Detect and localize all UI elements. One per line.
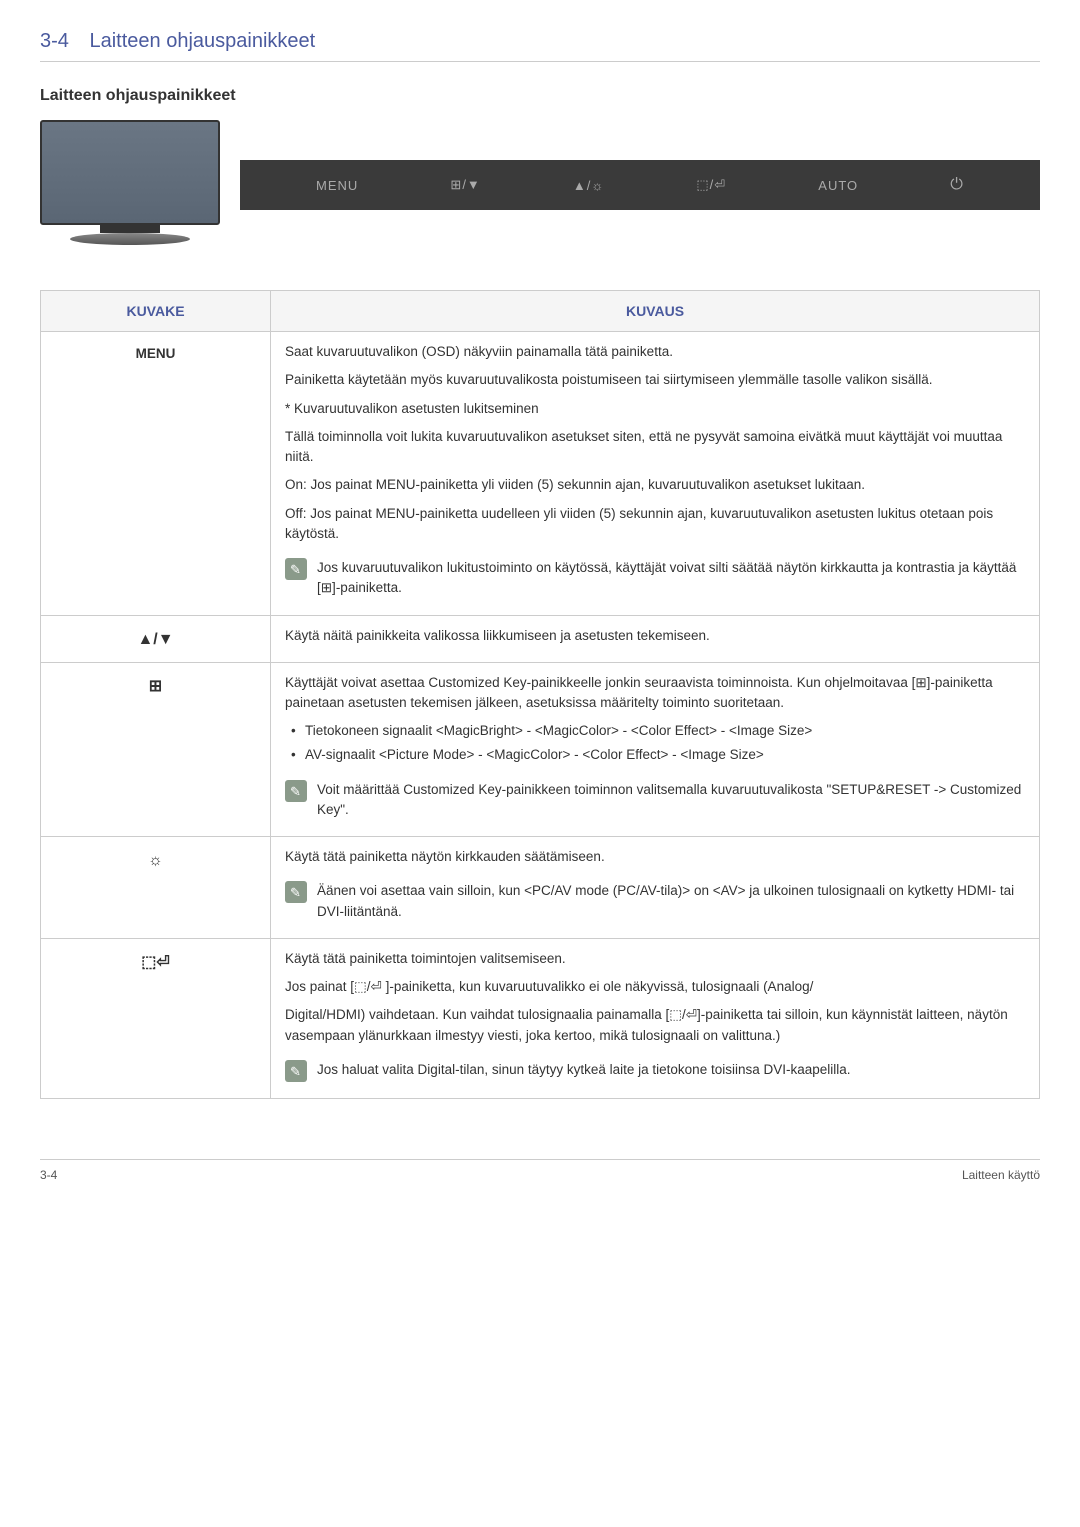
- note-text: Voit määrittää Customized Key-painikkeen…: [317, 780, 1025, 821]
- note-box: Jos kuvaruutuvalikon lukitustoiminto on …: [285, 552, 1025, 605]
- kuvaus-menu: Saat kuvaruutuvalikon (OSD) näkyviin pai…: [271, 332, 1040, 616]
- note-icon: [285, 780, 307, 802]
- bullet-item: Tietokoneen signaalit <MagicBright> - <M…: [285, 721, 1025, 741]
- table-row: ⊞ Käyttäjät voivat asettaa Customized Ke…: [41, 662, 1040, 837]
- header-kuvake: KUVAKE: [41, 291, 271, 332]
- desc-text: Käyttäjät voivat asettaa Customized Key-…: [285, 673, 1025, 714]
- note-text: Äänen voi asettaa vain silloin, kun <PC/…: [317, 881, 1025, 922]
- note-box: Äänen voi asettaa vain silloin, kun <PC/…: [285, 875, 1025, 928]
- desc-text: On: Jos painat MENU-painiketta yli viide…: [285, 475, 1025, 495]
- footer-right: Laitteen käyttö: [962, 1168, 1040, 1182]
- note-icon: [285, 881, 307, 903]
- monitor-graphic: [40, 120, 220, 250]
- section-number: 3-4: [40, 30, 69, 52]
- note-box: Voit määrittää Customized Key-painikkeen…: [285, 774, 1025, 827]
- kuvake-brightness: ☼: [41, 837, 271, 939]
- kuvaus-source: Käytä tätä painiketta toimintojen valits…: [271, 938, 1040, 1098]
- menu-button-label: MENU: [316, 178, 358, 193]
- note-icon: [285, 558, 307, 580]
- table-row: ⬚⏎ Käytä tätä painiketta toimintojen val…: [41, 938, 1040, 1098]
- source-button-label: ⬚/⏎: [696, 177, 726, 193]
- footer: 3-4 Laitteen käyttö: [40, 1159, 1040, 1182]
- table-row: ☼ Käytä tätä painiketta näytön kirkkaude…: [41, 837, 1040, 939]
- section-header: 3-4 Laitteen ohjauspainikkeet: [40, 30, 1040, 62]
- desc-text: Käytä tätä painiketta näytön kirkkauden …: [285, 847, 1025, 867]
- header-kuvaus: KUVAUS: [271, 291, 1040, 332]
- note-icon: [285, 1060, 307, 1082]
- footer-left: 3-4: [40, 1168, 57, 1182]
- desc-text: Digital/HDMI) vaihdetaan. Kun vaihdat tu…: [285, 1005, 1025, 1046]
- kuvaus-custom: Käyttäjät voivat asettaa Customized Key-…: [271, 662, 1040, 837]
- controls-table: KUVAKE KUVAUS MENU Saat kuvaruutuvalikon…: [40, 290, 1040, 1099]
- table-row: MENU Saat kuvaruutuvalikon (OSD) näkyvii…: [41, 332, 1040, 616]
- button-bar: MENU ⊞/▼ ▲/☼ ⬚/⏎ AUTO ⏻: [240, 160, 1040, 210]
- kuvaus-arrows: Käytä näitä painikkeita valikossa liikku…: [271, 615, 1040, 662]
- auto-button-label: AUTO: [818, 178, 858, 193]
- note-text: Jos haluat valita Digital-tilan, sinun t…: [317, 1060, 1025, 1080]
- desc-text: Off: Jos painat MENU-painiketta uudellee…: [285, 504, 1025, 545]
- note-text: Jos kuvaruutuvalikon lukitustoiminto on …: [317, 558, 1025, 599]
- desc-text: Tällä toiminnolla voit lukita kuvaruutuv…: [285, 427, 1025, 468]
- kuvaus-brightness: Käytä tätä painiketta näytön kirkkauden …: [271, 837, 1040, 939]
- desc-text: Painiketta käytetään myös kuvaruutuvalik…: [285, 370, 1025, 390]
- desc-text: Jos painat [⬚/⏎ ]-painiketta, kun kuvaru…: [285, 977, 1025, 997]
- kuvake-menu: MENU: [41, 332, 271, 616]
- desc-text: Käytä tätä painiketta toimintojen valits…: [285, 949, 1025, 969]
- bullet-item: AV-signaalit <Picture Mode> - <MagicColo…: [285, 745, 1025, 765]
- note-box: Jos haluat valita Digital-tilan, sinun t…: [285, 1054, 1025, 1088]
- custom-button-label: ⊞/▼: [450, 177, 480, 193]
- section-title: Laitteen ohjauspainikkeet: [89, 30, 315, 52]
- table-row: ▲/▼ Käytä näitä painikkeita valikossa li…: [41, 615, 1040, 662]
- kuvake-arrows: ▲/▼: [41, 615, 271, 662]
- subsection-title: Laitteen ohjauspainikkeet: [40, 87, 1040, 105]
- desc-text: * Kuvaruutuvalikon asetusten lukitsemine…: [285, 399, 1025, 419]
- monitor-illustration: MENU ⊞/▼ ▲/☼ ⬚/⏎ AUTO ⏻: [40, 120, 1040, 250]
- kuvake-custom: ⊞: [41, 662, 271, 837]
- power-icon: ⏻: [950, 176, 964, 194]
- desc-text: Saat kuvaruutuvalikon (OSD) näkyviin pai…: [285, 342, 1025, 362]
- desc-text: Käytä näitä painikkeita valikossa liikku…: [285, 626, 1025, 646]
- kuvake-source: ⬚⏎: [41, 938, 271, 1098]
- brightness-button-label: ▲/☼: [573, 178, 604, 193]
